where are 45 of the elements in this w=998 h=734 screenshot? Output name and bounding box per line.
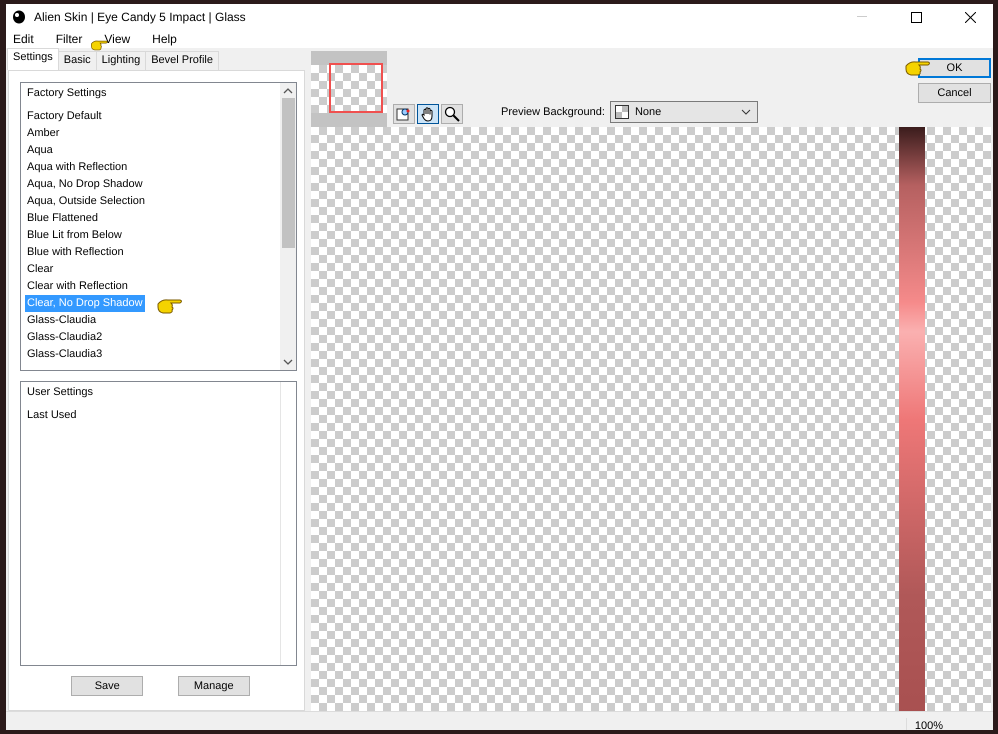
- scroll-up-icon[interactable]: [283, 87, 293, 95]
- list-item[interactable]: Blue Flattened: [25, 210, 100, 227]
- list-item[interactable]: Aqua with Reflection: [25, 159, 130, 176]
- tab[interactable]: Bevel Profile: [145, 51, 219, 70]
- close-icon: [964, 12, 976, 22]
- list-item[interactable]: Glass-Claudia: [25, 312, 98, 329]
- tab[interactable]: Settings: [7, 48, 59, 70]
- caret-icon: [740, 109, 751, 115]
- menu-item[interactable]: Filter: [54, 32, 84, 46]
- save-button[interactable]: Save: [71, 676, 144, 696]
- maximize-icon: [910, 12, 922, 22]
- menu-item[interactable]: View: [102, 32, 132, 46]
- list-item[interactable]: Factory Default: [25, 108, 104, 125]
- navigator-thumbnail[interactable]: [311, 51, 387, 127]
- list-item[interactable]: Glass-Claudia2: [25, 329, 104, 346]
- list-item[interactable]: Blue with Reflection: [25, 244, 126, 261]
- list-header: User Settings: [26, 386, 94, 400]
- window-title: Alien Skin | Eye Candy 5 Impact | Glass: [34, 10, 247, 24]
- manage-button[interactable]: Manage: [178, 676, 250, 696]
- menu-item[interactable]: Edit: [11, 32, 36, 46]
- list-header: Factory Settings: [26, 87, 108, 101]
- preview-background-dropdown[interactable]: None: [610, 101, 758, 123]
- list-item[interactable]: Aqua: [25, 142, 55, 159]
- list-item[interactable]: Aqua, No Drop Shadow: [25, 176, 145, 193]
- cancel-button[interactable]: Cancel: [918, 83, 991, 103]
- scroll-down-icon[interactable]: [283, 358, 293, 366]
- list-item[interactable]: Aqua, Outside Selection: [25, 193, 148, 210]
- list-item[interactable]: Amber: [25, 125, 62, 142]
- ok-button[interactable]: OK: [918, 58, 991, 78]
- preview-background-label: Preview Background:: [501, 106, 605, 118]
- zoom-icon: [444, 106, 460, 122]
- menu-item[interactable]: Help: [150, 32, 179, 46]
- zoom-level: 100%: [906, 718, 953, 730]
- app-logo-icon: [12, 10, 26, 24]
- zoom-tool-button[interactable]: [441, 104, 463, 124]
- navigator-tool-button[interactable]: [393, 104, 415, 124]
- minimize-icon: [857, 16, 867, 18]
- list-item[interactable]: Glass-Claudia3: [25, 346, 104, 363]
- list-item[interactable]: Clear with Reflection: [25, 278, 130, 295]
- checker-swatch-icon: [614, 105, 629, 119]
- list-item[interactable]: Last Used: [25, 407, 79, 424]
- scrollbar[interactable]: [280, 83, 296, 370]
- hand-tool-button[interactable]: [417, 104, 439, 124]
- list-item[interactable]: Clear: [25, 261, 56, 278]
- list-item[interactable]: Blue Lit from Below: [25, 227, 124, 244]
